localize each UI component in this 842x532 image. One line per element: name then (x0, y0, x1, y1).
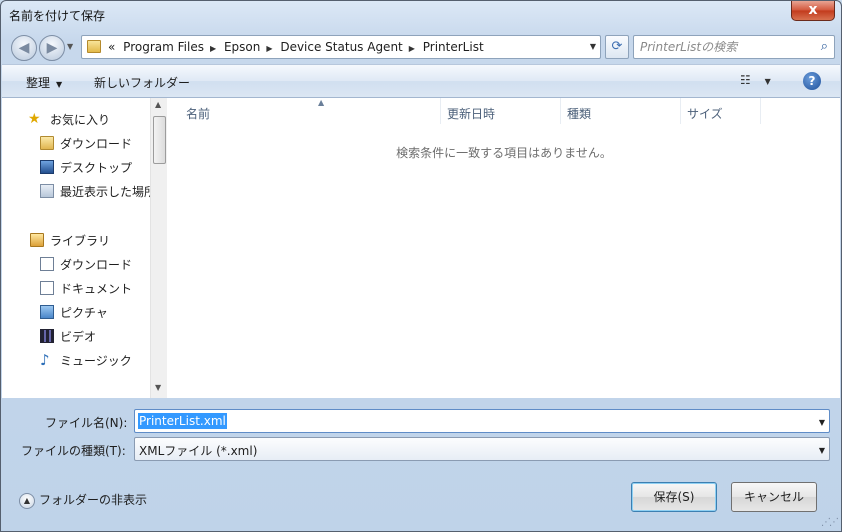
view-options-button[interactable]: ☷ ▼ (740, 73, 771, 87)
column-label: 種類 (567, 107, 592, 121)
document-icon (40, 281, 54, 295)
column-header-type[interactable]: 種類 (561, 98, 681, 124)
download-folder-icon (40, 136, 54, 150)
nav-item-recent-places[interactable]: 最近表示した場所 (2, 181, 150, 201)
desktop-icon (40, 160, 54, 174)
nav-label: ダウンロード (60, 137, 133, 151)
video-icon (40, 329, 54, 343)
nav-label: ピクチャ (60, 306, 108, 320)
nav-label: ドキュメント (60, 282, 133, 296)
save-as-dialog: 名前を付けて保存 x ◀ ▶ ▼ « Program Files ▶ Epson ▶… (0, 0, 842, 532)
breadcrumb-device-status-agent[interactable]: Device Status Agent (280, 40, 402, 54)
filename-field[interactable]: PrinterList.xml ▼ (134, 409, 830, 433)
chevron-down-icon: ▼ (56, 80, 63, 89)
refresh-button[interactable]: ⟳ (605, 35, 629, 59)
chevron-right-icon[interactable]: ▶ (266, 44, 272, 53)
nav-label: ダウンロード (60, 258, 133, 272)
filetype-select[interactable]: XMLファイル (*.xml) ▼ (134, 437, 830, 461)
back-button[interactable]: ◀ (11, 35, 37, 61)
library-icon (30, 233, 44, 247)
column-header-date[interactable]: 更新日時 (441, 98, 561, 124)
organize-button[interactable]: 整理 ▼ (26, 74, 62, 91)
nav-item-desktop[interactable]: デスクトップ (2, 157, 150, 177)
resize-grip-icon[interactable]: ⋰⋰ (821, 517, 839, 528)
search-box[interactable]: ⌕ (633, 35, 835, 59)
nav-item-pictures[interactable]: ピクチャ (2, 302, 150, 322)
filetype-value: XMLファイル (*.xml) (139, 444, 258, 458)
forward-button[interactable]: ▶ (39, 35, 65, 61)
column-label: 更新日時 (447, 107, 496, 121)
filename-label: ファイル名(N): (45, 416, 128, 430)
music-note-icon: ♪ (40, 351, 50, 369)
nav-item-lib-downloads[interactable]: ダウンロード (2, 254, 150, 274)
navigation-row: ◀ ▶ ▼ « Program Files ▶ Epson ▶ Device Sta… (9, 33, 835, 61)
address-dropdown-icon[interactable]: ▼ (590, 42, 596, 51)
scroll-up-icon[interactable]: ▲ (155, 100, 161, 109)
empty-results-message: 検索条件に一致する項目はありません。 (396, 146, 612, 160)
search-input[interactable] (640, 39, 810, 55)
help-button[interactable]: ? (803, 72, 821, 90)
window-title: 名前を付けて保存 (9, 9, 106, 23)
view-list-icon: ☷ (740, 73, 751, 87)
breadcrumb-printerlist[interactable]: PrinterList (423, 40, 484, 54)
breadcrumb-program-files[interactable]: Program Files (123, 40, 204, 54)
nav-label: ライブラリ (50, 234, 111, 248)
scroll-down-icon[interactable]: ▼ (155, 383, 161, 392)
nav-label: デスクトップ (60, 161, 133, 175)
column-label: サイズ (687, 107, 723, 121)
close-button[interactable]: x (791, 1, 835, 21)
star-icon: ★ (28, 111, 41, 127)
command-bar: 整理 ▼ 新しいフォルダー ☷ ▼ ? (2, 64, 840, 98)
nav-item-documents[interactable]: ドキュメント (2, 278, 150, 298)
chevron-right-icon[interactable]: ▶ (210, 44, 216, 53)
breadcrumb-epson[interactable]: Epson (224, 40, 260, 54)
recent-pages-dropdown-icon[interactable]: ▼ (67, 42, 73, 51)
chevron-down-icon: ▼ (764, 77, 771, 86)
file-list-pane: 名前 ▲ 更新日時 種類 サイズ 検索条件に一致する項目はありません。 (168, 98, 840, 398)
title-bar: 名前を付けて保存 x (1, 1, 841, 31)
cancel-button[interactable]: キャンセル (731, 482, 817, 512)
recent-places-icon (40, 184, 54, 198)
filename-value[interactable]: PrinterList.xml (138, 413, 227, 429)
organize-label: 整理 (26, 76, 51, 90)
save-button[interactable]: 保存(S) (631, 482, 717, 512)
nav-label: 最近表示した場所 (60, 185, 150, 199)
hide-folders-label: フォルダーの非表示 (39, 493, 148, 507)
main-content: ★ お気に入り ダウンロード デスクトップ 最近表示した場所 ライブラリ ダウン… (2, 98, 840, 398)
filetype-label: ファイルの種類(T): (21, 444, 126, 458)
chevron-right-icon[interactable]: ▶ (409, 44, 415, 53)
picture-icon (40, 305, 54, 319)
nav-label: ミュージック (60, 354, 132, 368)
new-folder-button[interactable]: 新しいフォルダー (94, 74, 190, 91)
nav-item-favorites[interactable]: ★ お気に入り (2, 109, 150, 129)
column-header-name[interactable]: 名前 ▲ (180, 98, 441, 124)
column-label: 名前 (186, 107, 211, 121)
search-icon[interactable]: ⌕ (821, 39, 828, 54)
chevron-up-icon: ▲ (19, 492, 35, 509)
download-library-icon (40, 257, 54, 271)
breadcrumb: « Program Files ▶ Epson ▶ Device Status Ag… (108, 40, 488, 54)
sort-ascending-icon: ▲ (318, 98, 325, 107)
nav-label: お気に入り (50, 113, 111, 127)
nav-item-downloads[interactable]: ダウンロード (2, 133, 150, 153)
chevron-down-icon[interactable]: ▼ (819, 418, 825, 427)
breadcrumb-overflow[interactable]: « (108, 40, 115, 54)
nav-label: ビデオ (60, 330, 97, 344)
scroll-thumb[interactable] (153, 116, 166, 164)
nav-item-videos[interactable]: ビデオ (2, 326, 150, 346)
nav-item-libraries[interactable]: ライブラリ (2, 230, 150, 250)
column-header-size[interactable]: サイズ (681, 98, 761, 124)
nav-scrollbar[interactable]: ▲ ▼ (150, 98, 167, 398)
address-bar[interactable]: « Program Files ▶ Epson ▶ Device Status Ag… (81, 35, 601, 59)
nav-item-music[interactable]: ♪ ミュージック (2, 350, 150, 370)
hide-folders-toggle[interactable]: ▲ フォルダーの非表示 (19, 491, 147, 509)
folder-icon (87, 40, 101, 53)
chevron-down-icon[interactable]: ▼ (819, 446, 825, 455)
navigation-pane: ★ お気に入り ダウンロード デスクトップ 最近表示した場所 ライブラリ ダウン… (2, 98, 150, 398)
